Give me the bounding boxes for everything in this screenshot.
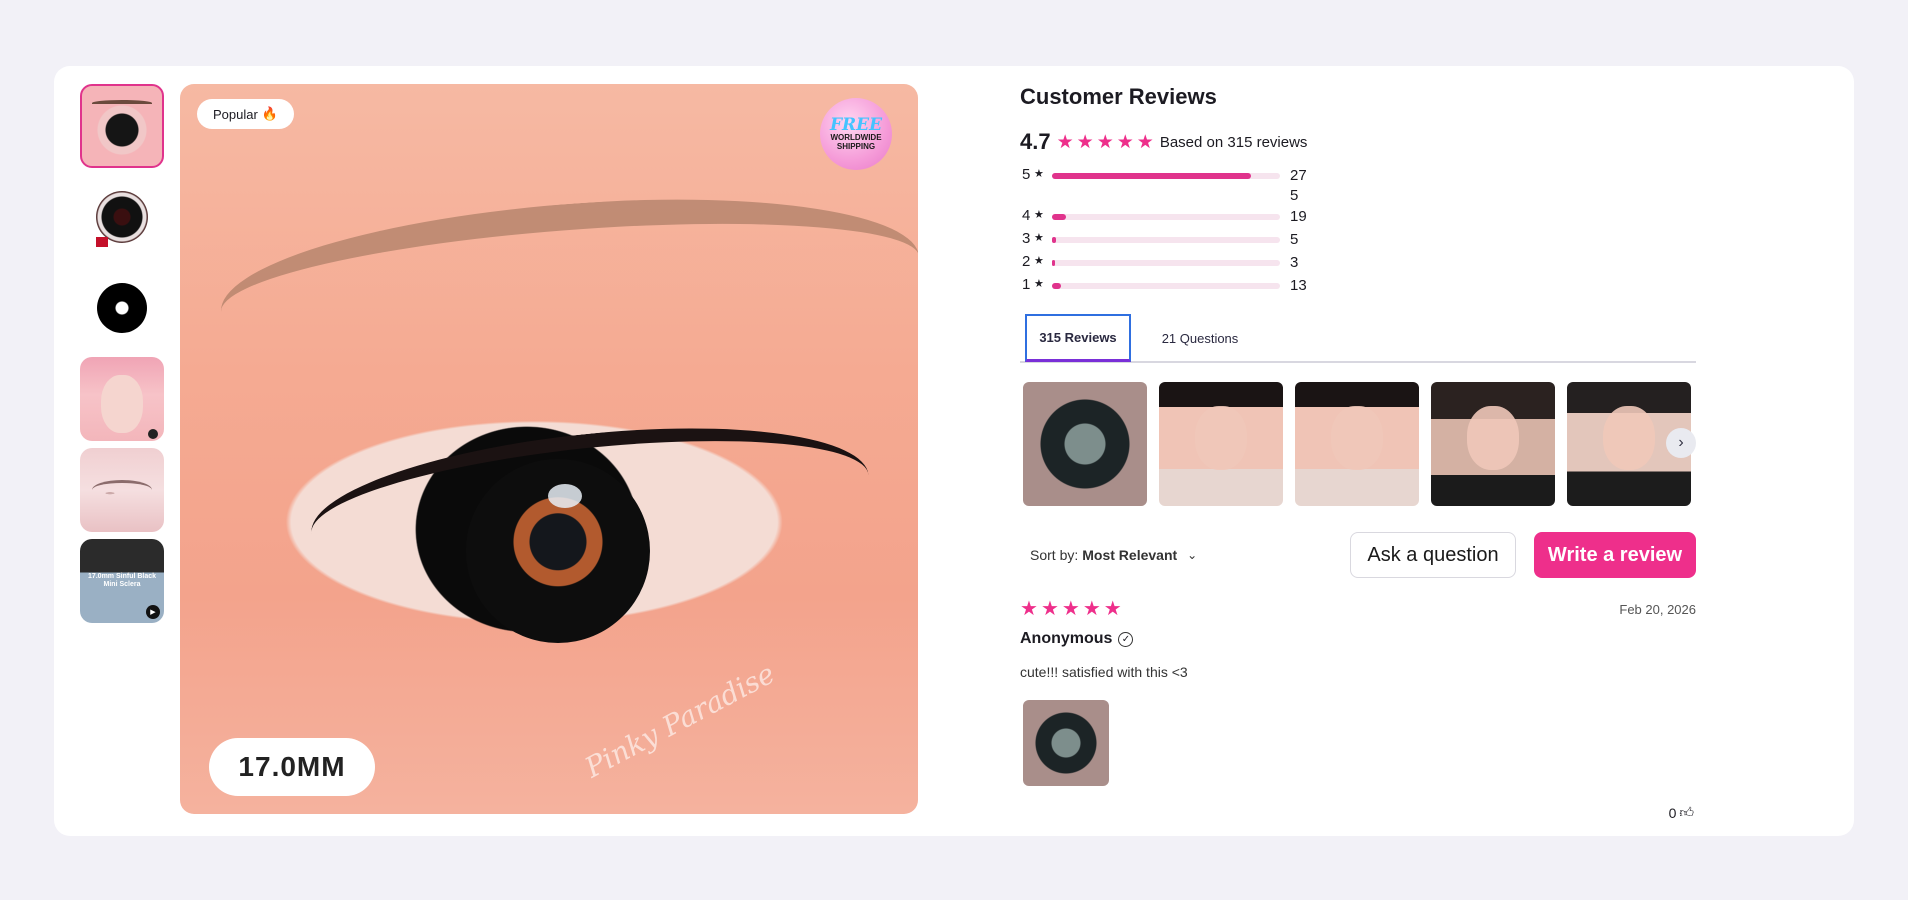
distribution-row-2[interactable]: 2 ★ 3 xyxy=(1020,253,1320,273)
star-icon: ★ xyxy=(1034,255,1044,267)
star-icon: ★ xyxy=(1076,131,1094,153)
thumbnail-1[interactable] xyxy=(80,84,164,168)
distribution-fill xyxy=(1052,260,1055,266)
author-name: Anonymous xyxy=(1020,630,1113,647)
verified-check-icon: ✓ xyxy=(1118,631,1134,647)
review-count: Based on 315 reviews xyxy=(1159,133,1308,151)
distribution-fill xyxy=(1052,237,1056,243)
distribution-track xyxy=(1052,283,1280,289)
star-icon: ★ xyxy=(1034,232,1044,244)
star-icon: ★ xyxy=(1082,598,1101,620)
row-count: 3 xyxy=(1290,254,1299,271)
review-stars: ★ ★ ★ ★ ★ xyxy=(1020,598,1696,620)
diameter-label: 17.0MM xyxy=(209,738,375,796)
watermark: Pinky Paradise xyxy=(579,656,781,785)
free-shipping-badge: FREE WORLDWIDE SHIPPING xyxy=(820,98,892,170)
tab-questions[interactable]: 21 Questions xyxy=(1150,314,1250,362)
like-count: 0 xyxy=(1668,804,1677,821)
star-icon: ★ xyxy=(1103,598,1122,620)
thumbnail-2[interactable] xyxy=(80,175,164,259)
reviews-section: Customer Reviews 4.7 ★ ★ ★ ★ ★ Based on … xyxy=(1020,84,1696,821)
review-author: Anonymous ✓ xyxy=(1020,630,1134,648)
review-photo-carousel: › xyxy=(1023,382,1696,508)
star-icon: ★ xyxy=(1056,131,1074,153)
review-toolbar: Sort by: Most Relevant ⌄ Ask a question … xyxy=(1020,532,1696,580)
row-stars: 4 xyxy=(1022,207,1031,224)
star-icon: ★ xyxy=(1096,131,1114,153)
star-icon: ★ xyxy=(1034,168,1044,180)
row-stars: 5 xyxy=(1022,166,1031,183)
shipping-label: SHIPPING xyxy=(836,141,876,151)
main-product-image[interactable]: Pinky Paradise Popular 🔥 FREE WORLDWIDE … xyxy=(180,84,918,814)
distribution-track xyxy=(1052,214,1280,220)
thumbnail-list: 17.0mm Sinful Black Mini Sclera ▶ xyxy=(80,84,164,630)
thumbs-up-icon: 👍︎ xyxy=(1679,804,1694,820)
popular-label: Popular xyxy=(213,106,258,122)
distribution-row-5[interactable]: 5 ★ 275 xyxy=(1020,166,1320,204)
thumbnail-4[interactable] xyxy=(80,357,164,441)
sort-dropdown[interactable]: Sort by: Most Relevant ⌄ xyxy=(1030,547,1197,563)
row-count: 5 xyxy=(1290,231,1299,248)
review-attached-photo[interactable] xyxy=(1023,700,1109,786)
row-count: 19 xyxy=(1290,208,1307,225)
star-icon: ★ xyxy=(1020,598,1038,620)
distribution-track xyxy=(1052,237,1280,243)
star-icon: ★ xyxy=(1034,278,1044,290)
helpful-button[interactable]: 0 👍︎ xyxy=(1669,804,1694,821)
rating-summary: 4.7 ★ ★ ★ ★ ★ Based on 315 reviews xyxy=(1020,129,1307,155)
review-photo[interactable] xyxy=(1023,382,1147,506)
reviews-title: Customer Reviews xyxy=(1020,84,1217,109)
play-icon: ▶ xyxy=(146,605,160,619)
distribution-track xyxy=(1052,260,1280,266)
row-count: 275 xyxy=(1290,167,1307,204)
free-label: FREE xyxy=(829,114,883,135)
distribution-row-3[interactable]: 3 ★ 5 xyxy=(1020,230,1320,250)
distribution-fill xyxy=(1052,283,1062,289)
row-stars: 3 xyxy=(1022,230,1031,247)
thumbnail-3[interactable] xyxy=(80,266,164,350)
average-stars: ★ ★ ★ ★ ★ xyxy=(1057,133,1154,152)
row-stars: 1 xyxy=(1022,276,1031,293)
worldwide-label: WORLDWIDE xyxy=(830,132,882,142)
thumbnail-caption: 17.0mm Sinful Black Mini Sclera xyxy=(87,573,157,588)
chevron-right-icon[interactable]: › xyxy=(1666,428,1696,458)
review-date: Feb 20, 2026 xyxy=(1619,602,1696,617)
average-rating: 4.7 xyxy=(1020,129,1051,154)
tab-reviews[interactable]: 315 Reviews xyxy=(1025,314,1131,362)
distribution-row-1[interactable]: 1 ★ 13 xyxy=(1020,276,1320,296)
review-body: cute!!! satisfied with this <3 xyxy=(1020,664,1188,680)
review-photo[interactable] xyxy=(1295,382,1419,506)
distribution-row-4[interactable]: 4 ★ 19 xyxy=(1020,207,1320,227)
popular-badge: Popular 🔥 xyxy=(197,99,294,129)
sort-value: Most Relevant xyxy=(1082,547,1178,563)
ask-question-button[interactable]: Ask a question xyxy=(1350,532,1516,578)
star-icon: ★ xyxy=(1136,131,1154,153)
row-count: 13 xyxy=(1290,277,1307,294)
star-icon: ★ xyxy=(1116,131,1134,153)
thumbnail-5[interactable] xyxy=(80,448,164,532)
row-stars: 2 xyxy=(1022,253,1031,270)
distribution-track xyxy=(1052,173,1280,179)
star-icon: ★ xyxy=(1061,598,1080,620)
fire-icon: 🔥 xyxy=(261,106,278,121)
write-review-button[interactable]: Write a review xyxy=(1534,532,1696,578)
thumbnail-6-video[interactable]: 17.0mm Sinful Black Mini Sclera ▶ xyxy=(80,539,164,623)
review-item: ★ ★ ★ ★ ★ Feb 20, 2026 Anonymous ✓ cute!… xyxy=(1020,598,1696,821)
review-photo[interactable] xyxy=(1431,382,1555,506)
sort-label: Sort by: xyxy=(1030,547,1079,563)
star-icon: ★ xyxy=(1040,598,1059,620)
review-tabs: 315 Reviews 21 Questions xyxy=(1020,314,1696,363)
distribution-fill xyxy=(1052,214,1066,220)
star-icon: ★ xyxy=(1034,209,1044,221)
chevron-down-icon: ⌄ xyxy=(1187,548,1198,562)
distribution-fill xyxy=(1052,173,1252,179)
review-photo[interactable] xyxy=(1159,382,1283,506)
